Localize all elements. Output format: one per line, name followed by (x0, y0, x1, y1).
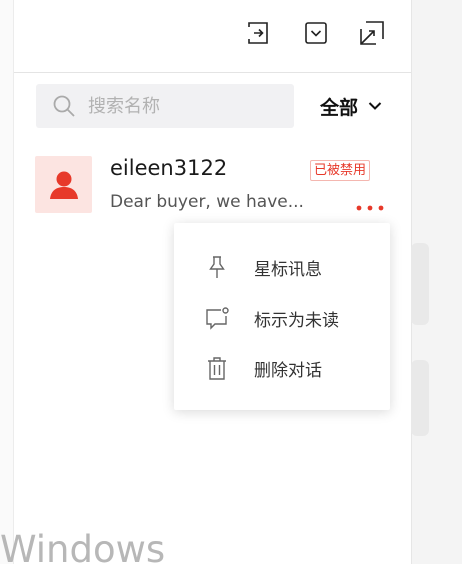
filter-label: 全部 (320, 96, 359, 119)
gutter-bump (411, 243, 429, 325)
menu-item-mark-unread[interactable]: 标示为未读 (174, 295, 390, 341)
menu-item-label: 标示为未读 (254, 310, 339, 331)
status-badge: 已被禁用 (310, 160, 371, 181)
os-watermark: Windows (0, 528, 166, 571)
search-icon (53, 95, 75, 117)
resize-button[interactable] (359, 20, 385, 46)
conversation-item[interactable]: eileen3122 已被禁用 Dear buyer, we have... (14, 146, 411, 226)
search-box (36, 84, 294, 128)
exit-button[interactable] (245, 20, 271, 46)
filter-dropdown[interactable]: 全部 (320, 90, 382, 122)
context-menu: 星标讯息 标示为未读 删除对话 (174, 223, 390, 410)
menu-item-label: 删除对话 (254, 360, 322, 381)
collapse-button[interactable] (303, 20, 329, 46)
conversation-preview: Dear buyer, we have... (110, 192, 304, 212)
toolbar (14, 0, 411, 73)
chevron-down-icon (368, 102, 382, 110)
user-icon (49, 171, 78, 199)
left-pane (0, 0, 14, 564)
more-dots-icon (356, 205, 384, 211)
trash-icon (208, 357, 226, 380)
pin-icon (209, 256, 225, 278)
more-options-button[interactable] (350, 200, 390, 216)
resize-arrow-icon (360, 21, 384, 45)
gutter-bump (411, 360, 429, 436)
search-input[interactable] (88, 84, 288, 128)
chevron-down-box-icon (305, 22, 327, 44)
conversation-name: eileen3122 (110, 156, 228, 180)
exit-icon (248, 22, 268, 44)
menu-item-label: 星标讯息 (254, 259, 322, 280)
menu-item-star[interactable]: 星标讯息 (174, 244, 390, 290)
unread-icon (206, 307, 229, 330)
menu-item-delete[interactable]: 删除对话 (174, 345, 390, 391)
avatar (35, 156, 92, 213)
